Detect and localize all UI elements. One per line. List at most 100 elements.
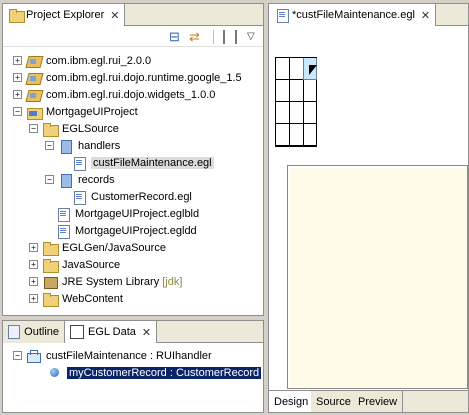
tree-item-label: JavaSource bbox=[62, 258, 121, 271]
tab-preview-label: Preview bbox=[358, 395, 398, 408]
tab-egl-data[interactable]: EGL Data ✕ bbox=[65, 321, 158, 343]
tree-item-label: custFileMaintenance : RUIhandler bbox=[46, 349, 212, 362]
tab-design-label: Design bbox=[274, 395, 309, 408]
box-widget[interactable] bbox=[287, 165, 468, 389]
variable-icon bbox=[47, 366, 63, 380]
editor-tabbar: *custFileMaintenance.egl ✕ bbox=[269, 4, 468, 26]
close-icon[interactable]: ✕ bbox=[142, 326, 151, 339]
link-with-editor-icon[interactable]: ⇄ bbox=[189, 30, 203, 44]
box-inner bbox=[290, 168, 467, 388]
tree-item-label: handlers bbox=[78, 139, 121, 152]
build-descriptor-icon bbox=[55, 207, 71, 222]
tab-project-explorer-label: Project Explorer bbox=[26, 9, 105, 21]
expand-toggle[interactable]: + bbox=[13, 73, 22, 82]
folder-icon bbox=[42, 292, 59, 307]
deployment-descriptor-icon bbox=[55, 224, 71, 239]
tree-item-label: com.ibm.egl.rui.dojo.runtime.google_1.5 bbox=[46, 71, 242, 84]
outline-icon bbox=[8, 325, 21, 339]
editor-tab-label: *custFileMaintenance.egl bbox=[292, 9, 415, 21]
project-icon bbox=[26, 105, 43, 120]
tree-item-eglbld[interactable]: MortgageUIProject.eglbld bbox=[55, 205, 199, 222]
tree-item-mortgage-ui-project[interactable]: − MortgageUIProject bbox=[13, 103, 138, 120]
collapse-toggle[interactable]: − bbox=[45, 175, 54, 184]
tree-item-eglsource[interactable]: − EGLSource bbox=[29, 120, 119, 137]
collapse-toggle[interactable]: − bbox=[13, 351, 22, 360]
tree-item-rui[interactable]: + com.ibm.egl.rui_2.0.0 bbox=[13, 52, 151, 69]
project-explorer-tabbar: Project Explorer ✕ bbox=[3, 4, 263, 26]
mouse-pointer-icon bbox=[309, 65, 317, 75]
plugin-project-icon bbox=[26, 54, 42, 68]
package-icon bbox=[58, 139, 74, 154]
expand-toggle[interactable]: + bbox=[13, 90, 22, 99]
tree-item-customerrecord[interactable]: CustomerRecord.egl bbox=[71, 188, 192, 205]
collapse-toggle[interactable]: − bbox=[29, 124, 38, 133]
tree-item-label: com.ibm.egl.rui.dojo.widgets_1.0.0 bbox=[46, 88, 216, 101]
source-folder-icon bbox=[42, 241, 59, 256]
tab-source[interactable]: Source bbox=[311, 391, 357, 412]
plugin-project-icon bbox=[26, 71, 42, 85]
tree-item-eglgen-javasource[interactable]: + EGLGen/JavaSource bbox=[29, 239, 166, 256]
tree-item-handler[interactable]: − custFileMaintenance : RUIhandler bbox=[13, 347, 212, 364]
tab-project-explorer[interactable]: Project Explorer ✕ bbox=[3, 4, 126, 26]
tree-item-dojo-widgets[interactable]: + com.ibm.egl.rui.dojo.widgets_1.0.0 bbox=[13, 86, 215, 103]
tree-item-label: WebContent bbox=[62, 292, 123, 305]
expand-toggle[interactable]: + bbox=[29, 260, 38, 269]
library-icon bbox=[42, 275, 58, 289]
tab-egl-data-label: EGL Data bbox=[88, 326, 136, 338]
egl-file-icon bbox=[274, 8, 289, 23]
egl-file-icon bbox=[71, 156, 87, 171]
tree-item-records[interactable]: − records bbox=[45, 171, 115, 188]
plugin-project-icon bbox=[26, 88, 42, 102]
egl-data-tree: − custFileMaintenance : RUIhandler myCus… bbox=[7, 347, 262, 407]
tree-item-jre-system-library[interactable]: + JRE System Library [jdk] bbox=[29, 273, 182, 290]
close-icon[interactable]: ✕ bbox=[110, 9, 119, 22]
egl-data-panel: Outline EGL Data ✕ − custFileMaintenance… bbox=[2, 320, 264, 413]
handler-icon bbox=[26, 349, 42, 363]
tab-outline-label: Outline bbox=[24, 326, 59, 338]
explorer-tree: + com.ibm.egl.rui_2.0.0 + com.ibm.egl.ru… bbox=[7, 52, 259, 312]
tree-item-handlers[interactable]: − handlers bbox=[45, 137, 120, 154]
collapse-all-icon[interactable]: ⊟ bbox=[169, 30, 183, 44]
tree-item-label: custFileMaintenance.egl bbox=[91, 156, 214, 169]
editor-panel: *custFileMaintenance.egl ✕ Design Source… bbox=[268, 3, 469, 413]
expand-toggle[interactable]: + bbox=[29, 243, 38, 252]
tree-item-label: EGLSource bbox=[62, 122, 119, 135]
source-folder-icon bbox=[42, 258, 59, 273]
tree-item-mycustomerrecord[interactable]: myCustomerRecord : CustomerRecord bbox=[47, 364, 262, 381]
expand-toggle[interactable]: + bbox=[13, 56, 22, 65]
expand-toggle[interactable]: + bbox=[29, 277, 38, 286]
tree-item-label: CustomerRecord.egl bbox=[91, 190, 192, 203]
tree-item-egldd[interactable]: MortgageUIProject.egldd bbox=[55, 222, 197, 239]
tree-item-label: EGLGen/JavaSource bbox=[62, 241, 166, 254]
tab-editor-file[interactable]: *custFileMaintenance.egl ✕ bbox=[269, 4, 437, 26]
tab-outline[interactable]: Outline bbox=[3, 321, 65, 343]
expand-toggle[interactable]: + bbox=[29, 294, 38, 303]
tree-item-label: MortgageUIProject.egldd bbox=[75, 224, 197, 237]
collapse-toggle[interactable]: − bbox=[13, 107, 22, 116]
jre-suffix: [jdk] bbox=[162, 275, 183, 288]
tab-source-label: Source bbox=[316, 395, 351, 408]
explorer-toolbar: ⊟ ⇄ ▽ bbox=[3, 27, 263, 47]
design-canvas[interactable] bbox=[269, 27, 468, 389]
tree-item-label: JRE System Library bbox=[62, 275, 160, 288]
source-folder-icon bbox=[42, 122, 59, 137]
folder-icon bbox=[8, 8, 25, 23]
tree-item-custfilemaintenance[interactable]: custFileMaintenance.egl bbox=[71, 154, 214, 171]
tree-item-label: myCustomerRecord : CustomerRecord bbox=[67, 366, 262, 379]
tree-item-label: com.ibm.egl.rui_2.0.0 bbox=[46, 54, 152, 67]
tab-preview[interactable]: Preview bbox=[353, 391, 404, 412]
tree-item-label: MortgageUIProject.eglbld bbox=[75, 207, 200, 220]
tree-item-webcontent[interactable]: + WebContent bbox=[29, 290, 123, 307]
project-explorer-panel: Project Explorer ✕ ⊟ ⇄ ▽ + com.ibm.egl.r… bbox=[2, 3, 264, 316]
tab-design[interactable]: Design bbox=[269, 391, 315, 412]
close-icon[interactable]: ✕ bbox=[421, 9, 430, 22]
package-icon bbox=[58, 173, 74, 188]
egl-file-icon bbox=[71, 190, 87, 205]
tree-item-dojo-runtime[interactable]: + com.ibm.egl.rui.dojo.runtime.google_1.… bbox=[13, 69, 242, 86]
tree-item-javasource[interactable]: + JavaSource bbox=[29, 256, 120, 273]
egl-data-icon bbox=[70, 325, 84, 339]
filter-icon[interactable] bbox=[223, 30, 237, 44]
collapse-toggle[interactable]: − bbox=[45, 141, 54, 150]
toolbar-separator bbox=[213, 30, 214, 44]
view-menu-icon[interactable]: ▽ bbox=[247, 30, 261, 44]
